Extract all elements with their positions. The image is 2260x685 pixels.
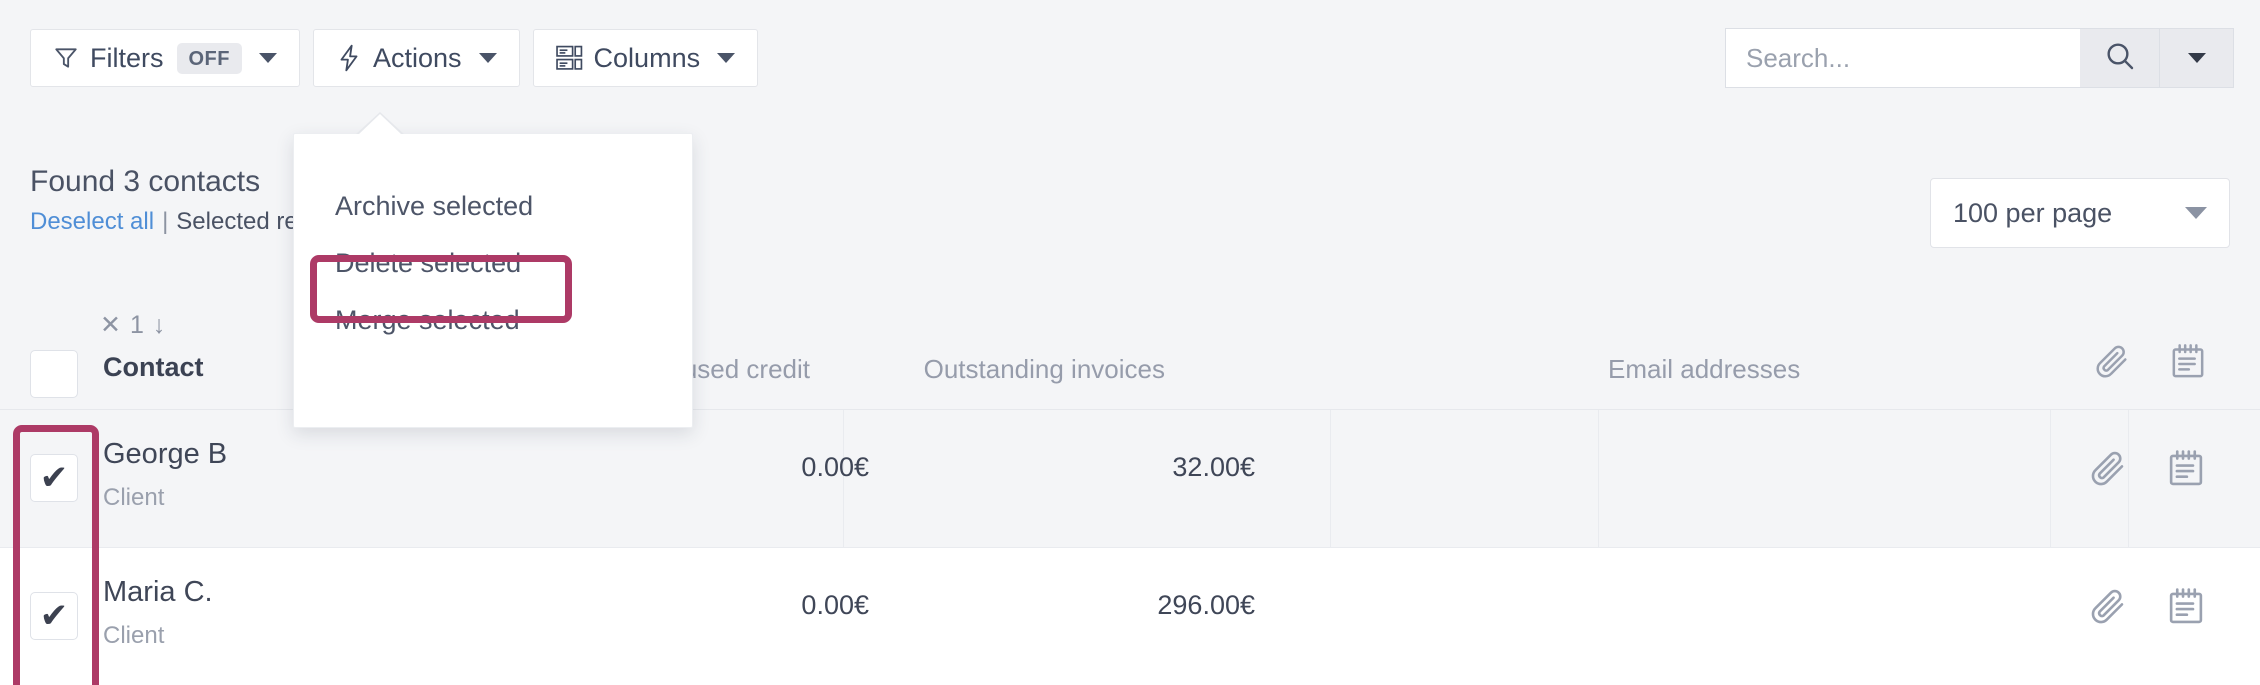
paperclip-icon [2087,451,2129,494]
filter-icon [53,45,79,71]
paperclip-icon [2092,345,2132,388]
per-page-select[interactable]: 100 per page [1930,178,2230,248]
contact-type: Client [103,622,165,649]
clear-sort-icon[interactable]: ✕ [100,310,121,340]
contact-name[interactable]: George B [103,438,227,471]
search-submit-button[interactable] [2080,28,2160,88]
separator: | [162,208,169,235]
menu-item-delete-selected[interactable]: Delete selected [335,248,521,279]
actions-dropdown-menu: Archive selected Delete selected Merge s… [293,112,693,428]
filters-button[interactable]: Filters OFF [30,29,300,87]
row-attachments-button[interactable] [2087,448,2129,495]
table-row[interactable]: Maria C. Client 0.00€ 296.00€ [0,548,2260,685]
actions-label: Actions [373,42,462,73]
actions-button[interactable]: Actions [313,29,520,87]
contact-name[interactable]: Maria C. [103,576,213,609]
row-checkbox-cell [30,592,78,640]
column-header-attachments[interactable] [2092,342,2132,389]
select-all-checkbox[interactable] [30,350,78,398]
columns-button[interactable]: Columns [532,29,759,87]
notepad-icon [2168,344,2208,388]
search-bar [1725,28,2234,88]
notepad-icon [2165,588,2207,632]
dropdown-arrow [356,112,404,135]
column-header-notes[interactable] [2168,342,2208,389]
sort-indicator[interactable]: ✕ 1 ↓ [100,310,165,340]
toolbar-button-group: Filters OFF Actions Columns [30,29,759,87]
sort-order-number: 1 [129,310,144,339]
row-checkbox[interactable] [30,592,78,640]
row-attachments-button[interactable] [2087,586,2129,633]
row-checkbox[interactable] [30,454,78,502]
chevron-down-icon [478,53,497,63]
contacts-list-screen: Filters OFF Actions Columns Search... Fo… [0,0,2260,685]
lightning-icon [336,44,362,72]
found-count-label: Found 3 contacts [30,165,261,198]
results-summary: Found 3 contacts Deselect all | Selected r… [30,165,298,236]
search-icon [2104,40,2136,77]
column-header-contact[interactable]: Contact [103,352,204,383]
sort-direction-icon[interactable]: ↓ [153,311,166,340]
row-notes-button[interactable] [2165,586,2207,633]
contact-type: Client [103,484,165,511]
paperclip-icon [2087,589,2129,632]
menu-item-archive-selected[interactable]: Archive selected [335,191,533,222]
deselect-all-link[interactable]: Deselect all [30,208,154,235]
filters-state-badge: OFF [176,42,242,74]
unused-credit-value: 0.00€ [801,452,869,482]
column-header-email-addresses[interactable]: Email addresses [1608,354,1800,385]
chevron-down-icon [259,53,277,63]
selected-records-label: Selected re [176,208,298,235]
select-all-checkbox-cell [30,350,78,398]
table-row[interactable]: George B Client 0.00€ 32.00€ [0,410,2260,548]
selection-actions: Deselect all | Selected re [30,208,298,236]
column-header-outstanding-invoices[interactable]: Outstanding invoices [924,354,1165,385]
filters-label: Filters [90,42,164,73]
chevron-down-icon [2187,53,2206,63]
search-options-button[interactable] [2160,28,2234,88]
search-input[interactable] [1725,28,2080,88]
row-checkbox-cell [30,454,78,502]
columns-icon [555,45,583,71]
outstanding-invoices-value: 32.00€ [1172,452,1255,482]
columns-label: Columns [593,42,701,73]
per-page-value: 100 per page [1953,197,2113,228]
outstanding-invoices-value: 296.00€ [1157,590,1255,620]
row-notes-button[interactable] [2165,448,2207,495]
notepad-icon [2165,450,2207,494]
top-toolbar: Filters OFF Actions Columns Search... [0,0,2260,115]
menu-item-merge-selected[interactable]: Merge selected [335,305,520,336]
unused-credit-value: 0.00€ [801,590,869,620]
chevron-down-icon [2185,207,2207,219]
chevron-down-icon [717,53,736,63]
